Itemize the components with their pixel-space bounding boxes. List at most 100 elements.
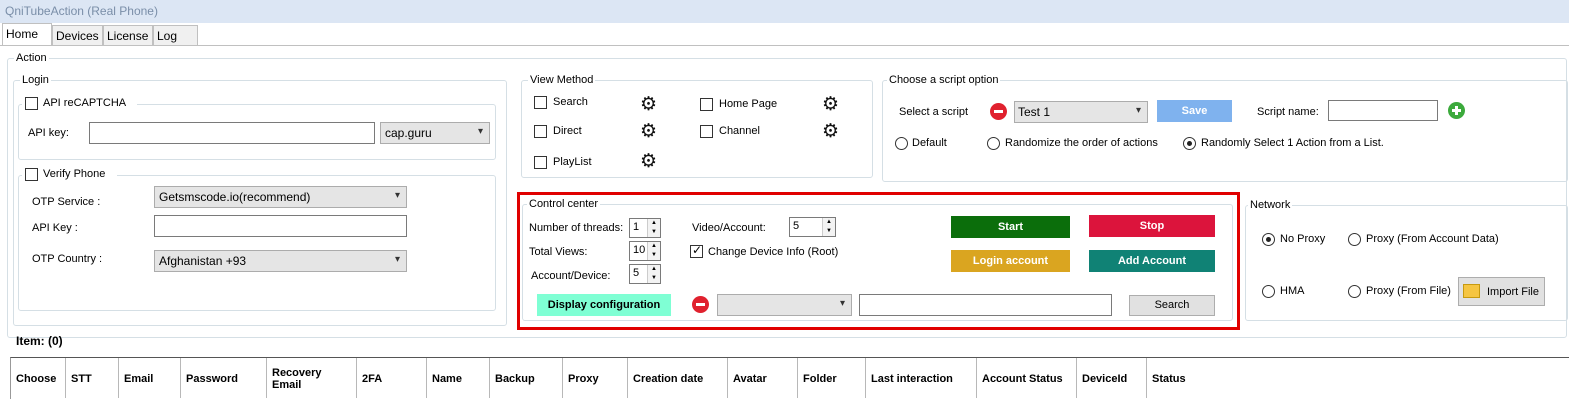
add-script-icon[interactable] [1448, 102, 1465, 119]
spin-up-icon[interactable]: ▲ [822, 218, 835, 227]
channel-checkbox[interactable] [700, 125, 713, 138]
import-file-button[interactable]: Import File [1458, 277, 1545, 306]
direct-checkbox[interactable] [534, 125, 547, 138]
script-name-input[interactable] [1328, 100, 1438, 121]
threads-spinner[interactable]: 1 ▲ ▼ [629, 218, 661, 238]
window-title: QniTubeAction (Real Phone) [5, 4, 158, 18]
spin-up-icon[interactable]: ▲ [647, 242, 660, 251]
home-page-label: Home Page [719, 98, 778, 110]
add-account-button[interactable]: Add Account [1089, 250, 1215, 272]
col-stt[interactable]: STT [66, 358, 119, 398]
direct-gear-icon[interactable]: ⚙ [640, 122, 657, 141]
recaptcha-label: API reCAPTCHA [43, 97, 127, 109]
script-name-label: Script name: [1257, 106, 1319, 118]
remove-filter-icon[interactable] [692, 296, 709, 313]
col-avatar[interactable]: Avatar [728, 358, 798, 398]
search-button[interactable]: Search [1129, 295, 1215, 316]
proxy-account-radio[interactable] [1348, 233, 1361, 246]
search-checkbox[interactable] [534, 96, 547, 109]
item-count: Item: (0) [16, 334, 63, 348]
start-button[interactable]: Start [951, 216, 1070, 238]
otp-country-value: Afghanistan +93 [159, 254, 247, 268]
search-gear-icon[interactable]: ⚙ [640, 95, 657, 114]
otp-api-key-input[interactable] [154, 215, 407, 237]
spin-down-icon[interactable]: ▼ [822, 227, 835, 236]
default-label: Default [912, 137, 947, 149]
verify-phone-checkbox[interactable] [25, 168, 38, 181]
col-last-interaction[interactable]: Last interaction [866, 358, 977, 398]
col-backup[interactable]: Backup [490, 358, 563, 398]
verify-phone-label: Verify Phone [43, 168, 106, 180]
api-key-phone-label: API Key : [32, 222, 78, 234]
captcha-provider-select[interactable]: cap.guru ▾ [380, 122, 490, 144]
col-proxy[interactable]: Proxy [563, 358, 628, 398]
chevron-down-icon: ▾ [477, 126, 483, 137]
hma-label: HMA [1280, 285, 1305, 297]
col-creation-date[interactable]: Creation date [628, 358, 728, 398]
tab-license[interactable]: License [103, 25, 153, 45]
api-key-label: API key: [28, 127, 69, 139]
random-one-radio[interactable] [1183, 137, 1196, 150]
spin-up-icon[interactable]: ▲ [647, 265, 660, 274]
proxy-file-radio[interactable] [1348, 285, 1361, 298]
script-option-group [882, 80, 1568, 182]
chevron-down-icon: ▾ [839, 298, 845, 309]
home-page-checkbox[interactable] [700, 98, 713, 111]
spin-down-icon[interactable]: ▼ [647, 228, 660, 237]
col-account-status[interactable]: Account Status [977, 358, 1077, 398]
spin-up-icon[interactable]: ▲ [647, 219, 660, 228]
save-button[interactable]: Save [1157, 100, 1232, 122]
no-proxy-radio[interactable] [1262, 233, 1275, 246]
login-account-button[interactable]: Login account [951, 250, 1070, 272]
hma-radio[interactable] [1262, 285, 1275, 298]
otp-service-select[interactable]: Getsmscode.io(recommend) ▾ [154, 186, 407, 208]
select-script-label: Select a script [899, 106, 969, 118]
tab-devices[interactable]: Devices [52, 25, 103, 45]
default-radio[interactable] [895, 137, 908, 150]
threads-value: 1 [633, 221, 640, 233]
title-bar: QniTubeAction (Real Phone) [0, 0, 1569, 23]
spin-down-icon[interactable]: ▼ [647, 251, 660, 260]
import-file-label: Import File [1487, 286, 1539, 298]
display-configuration-button[interactable]: Display configuration [537, 294, 671, 316]
col-password[interactable]: Password [181, 358, 267, 398]
tab-log[interactable]: Log [153, 25, 198, 45]
filter-select[interactable]: ▾ [717, 294, 852, 316]
col-recovery-email[interactable]: Recovery Email [267, 358, 357, 398]
playlist-gear-icon[interactable]: ⚙ [640, 152, 657, 171]
api-key-input[interactable] [89, 122, 375, 144]
col-device-id[interactable]: DeviceId [1077, 358, 1147, 398]
col-choose[interactable]: Choose [11, 358, 66, 398]
stop-button[interactable]: Stop [1089, 215, 1215, 237]
account-device-spinner[interactable]: 5 ▲ ▼ [629, 264, 661, 284]
col-folder[interactable]: Folder [798, 358, 866, 398]
otp-service-label: OTP Service : [32, 196, 101, 208]
recaptcha-checkbox[interactable] [25, 97, 38, 110]
home-page-gear-icon[interactable]: ⚙ [822, 95, 839, 114]
script-select[interactable]: Test 1 ▾ [1014, 101, 1148, 123]
video-account-label: Video/Account: [692, 222, 766, 234]
random-one-label: Randomly Select 1 Action from a List. [1201, 137, 1384, 149]
tab-home[interactable]: Home [2, 23, 52, 46]
col-name[interactable]: Name [427, 358, 490, 398]
total-views-spinner[interactable]: 10 ▲ ▼ [629, 241, 661, 261]
script-option-label: Choose a script option [887, 74, 1001, 86]
network-label: Network [1248, 199, 1293, 211]
script-select-value: Test 1 [1018, 105, 1051, 119]
remove-script-icon[interactable] [990, 103, 1007, 120]
chevron-down-icon: ▾ [1135, 105, 1141, 116]
spin-down-icon[interactable]: ▼ [647, 274, 660, 283]
video-account-spinner[interactable]: 5 ▲ ▼ [789, 217, 836, 237]
tab-divider [0, 45, 1569, 46]
playlist-checkbox[interactable] [534, 156, 547, 169]
col-2fa[interactable]: 2FA [357, 358, 427, 398]
col-email[interactable]: Email [119, 358, 181, 398]
channel-gear-icon[interactable]: ⚙ [822, 122, 839, 141]
change-device-checkbox[interactable] [690, 243, 703, 258]
search-input[interactable] [859, 294, 1112, 316]
account-device-value: 5 [633, 267, 640, 279]
otp-country-label: OTP Country : [32, 253, 103, 265]
otp-country-select[interactable]: Afghanistan +93 ▾ [154, 250, 407, 272]
col-status[interactable]: Status [1147, 358, 1569, 398]
randomize-radio[interactable] [987, 137, 1000, 150]
